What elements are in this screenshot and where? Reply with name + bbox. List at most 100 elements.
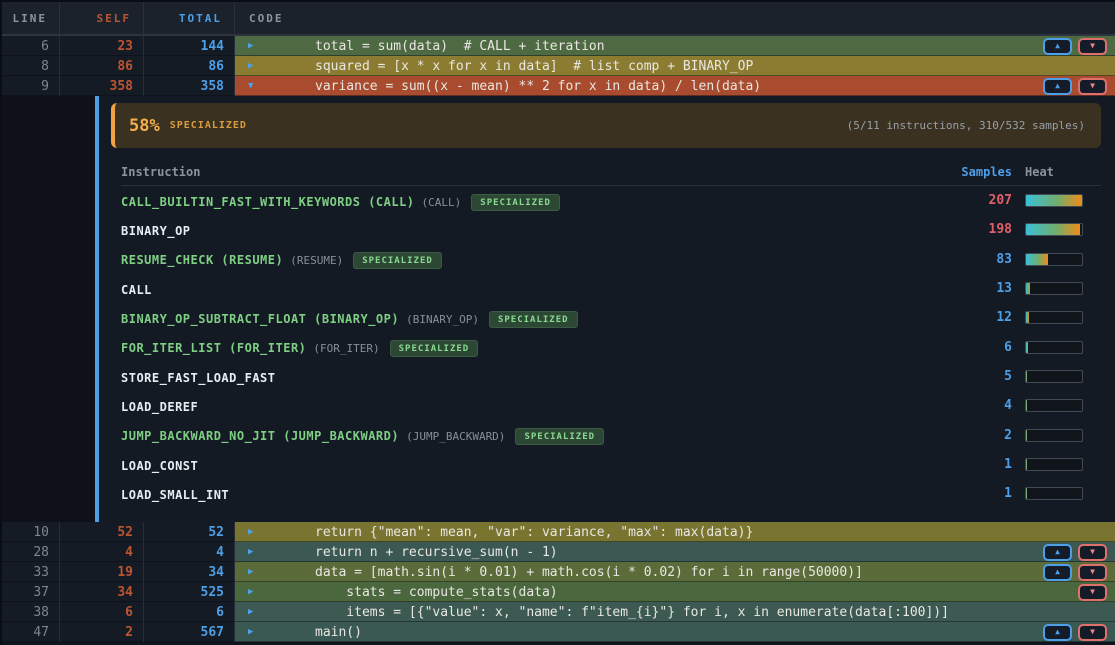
instruction-name-cell: CALL_BUILTIN_FAST_WITH_KEYWORDS (CALL)(C… [121, 191, 917, 211]
jump-down-button[interactable]: ▼ [1078, 624, 1107, 641]
column-header-total: TOTAL [144, 2, 235, 34]
line-number: 37 [2, 582, 60, 602]
jump-up-button[interactable]: ▲ [1043, 38, 1072, 55]
instruction-name-cell: STORE_FAST_LOAD_FAST [121, 367, 917, 386]
code-row-line-47[interactable]: 472567▶main()▲▼ [2, 622, 1115, 642]
jump-down-button[interactable]: ▼ [1078, 584, 1107, 601]
instruction-rows: CALL_BUILTIN_FAST_WITH_KEYWORDS (CALL)(C… [121, 186, 1101, 508]
self-samples: 23 [60, 36, 144, 56]
instruction-row: BINARY_OP198 [121, 215, 1101, 244]
code-cell[interactable]: ▶main()▲▼ [235, 622, 1115, 642]
specialized-badge: SPECIALIZED [489, 311, 578, 328]
code-row-line-28[interactable]: 2844▶return n + recursive_sum(n - 1)▲▼ [2, 542, 1115, 562]
line-number: 33 [2, 562, 60, 582]
jump-up-button[interactable]: ▲ [1043, 544, 1072, 561]
code-line-text: items = [{"value": x, "name": f"item_{i}… [315, 605, 1111, 620]
column-header-samples: Samples [917, 165, 1012, 179]
instruction-name: BINARY_OP_SUBTRACT_FLOAT (BINARY_OP) [121, 312, 399, 326]
specialization-banner: 58% SPECIALIZED (5/11 instructions, 310/… [111, 103, 1101, 148]
jump-down-button[interactable]: ▼ [1078, 564, 1107, 581]
jump-down-button[interactable]: ▼ [1078, 38, 1107, 55]
instruction-table: Instruction Samples Heat CALL_BUILTIN_FA… [121, 158, 1101, 508]
total-samples: 525 [144, 582, 235, 602]
specialized-badge: SPECIALIZED [515, 428, 604, 445]
code-row-line-38[interactable]: 3866▶ items = [{"value": x, "name": f"it… [2, 602, 1115, 622]
instruction-name: LOAD_CONST [121, 459, 198, 473]
code-cell[interactable]: ▶return {"mean": mean, "var": variance, … [235, 522, 1115, 542]
code-row-line-9[interactable]: 9358358▼variance = sum((x - mean) ** 2 f… [2, 76, 1115, 96]
expand-icon[interactable]: ▶ [248, 628, 260, 637]
jump-up-button[interactable]: ▲ [1043, 78, 1072, 95]
code-line-text: return n + recursive_sum(n - 1) [315, 545, 1043, 560]
expand-icon[interactable]: ▶ [248, 62, 260, 71]
heat-bar [1025, 399, 1083, 412]
code-row-line-10[interactable]: 105252▶return {"mean": mean, "var": vari… [2, 522, 1115, 542]
expand-icon[interactable]: ▶ [248, 42, 260, 51]
code-row-line-6[interactable]: 623144▶total = sum(data) # CALL + iterat… [2, 36, 1115, 56]
code-line-text: stats = compute_stats(data) [315, 585, 1078, 600]
total-samples: 6 [144, 602, 235, 622]
instruction-name: JUMP_BACKWARD_NO_JIT (JUMP_BACKWARD) [121, 429, 399, 443]
code-row-line-37[interactable]: 3734525▶ stats = compute_stats(data)▼ [2, 582, 1115, 602]
instruction-row: FOR_ITER_LIST (FOR_ITER)(FOR_ITER)SPECIA… [121, 332, 1101, 361]
column-header-instruction: Instruction [121, 165, 917, 179]
samples-count: 13 [917, 281, 1012, 296]
code-cell[interactable]: ▼ variance = sum((x - mean) ** 2 for x in… [235, 76, 1115, 96]
self-samples: 19 [60, 562, 144, 582]
line-number: 28 [2, 542, 60, 562]
instruction-row: LOAD_CONST1 [121, 450, 1101, 479]
expand-icon[interactable]: ▶ [248, 608, 260, 617]
samples-count: 4 [917, 398, 1012, 413]
instruction-base-opcode: (JUMP_BACKWARD) [406, 430, 505, 443]
jump-up-button[interactable]: ▲ [1043, 624, 1072, 641]
instruction-name: FOR_ITER_LIST (FOR_ITER) [121, 341, 306, 355]
heat-bar-fill [1026, 283, 1030, 294]
code-row-line-8[interactable]: 88686▶squared = [x * x for x in data] # … [2, 56, 1115, 76]
total-samples: 34 [144, 562, 235, 582]
instruction-name-cell: FOR_ITER_LIST (FOR_ITER)(FOR_ITER)SPECIA… [121, 337, 917, 357]
line-number: 38 [2, 602, 60, 622]
instruction-base-opcode: (RESUME) [290, 254, 343, 267]
code-row-line-33[interactable]: 331934 ▶ data = [math.sin(i * 0.01) + math… [2, 562, 1115, 582]
row-nav-buttons: ▲▼ [1043, 624, 1107, 641]
line-number: 9 [2, 76, 60, 96]
expand-icon[interactable]: ▶ [248, 548, 260, 557]
jump-up-button[interactable]: ▲ [1043, 564, 1072, 581]
code-rows-bottom: 105252▶return {"mean": mean, "var": vari… [2, 522, 1115, 642]
heat-bar-fill [1026, 195, 1082, 206]
self-samples: 358 [60, 76, 144, 96]
instruction-name-cell: JUMP_BACKWARD_NO_JIT (JUMP_BACKWARD) (JUM… [121, 425, 917, 445]
code-cell[interactable]: ▶return n + recursive_sum(n - 1)▲▼ [235, 542, 1115, 562]
instruction-row: CALL13 [121, 274, 1101, 303]
self-samples: 6 [60, 602, 144, 622]
jump-down-button[interactable]: ▼ [1078, 78, 1107, 95]
code-cell[interactable]: ▶squared = [x * x for x in data] # list … [235, 56, 1115, 76]
jump-down-button[interactable]: ▼ [1078, 544, 1107, 561]
detail-gutter [2, 96, 95, 522]
code-line-text: variance = sum((x - mean) ** 2 for x in … [315, 79, 1043, 94]
code-line-text: total = sum(data) # CALL + iteration [315, 39, 1043, 54]
code-line-text: main() [315, 625, 1043, 640]
expand-icon[interactable]: ▶ [248, 528, 260, 537]
samples-count: 1 [917, 486, 1012, 501]
row-nav-buttons: ▲▼ [1043, 544, 1107, 561]
heat-bar [1025, 458, 1083, 471]
heat-bar [1025, 194, 1083, 207]
instruction-name: LOAD_SMALL_INT [121, 488, 229, 502]
column-header-line: LINE [2, 2, 60, 34]
line-number: 47 [2, 622, 60, 642]
code-cell[interactable]: ▶ stats = compute_stats(data)▼ [235, 582, 1115, 602]
samples-count: 12 [917, 310, 1012, 325]
total-samples: 52 [144, 522, 235, 542]
code-cell[interactable]: ▶ total = sum(data) # CALL + iteration▲ ▼ [235, 36, 1115, 56]
collapse-icon[interactable]: ▼ [248, 82, 260, 91]
code-cell[interactable]: ▶ data = [math.sin(i * 0.01) + math.cos(i… [235, 562, 1115, 582]
column-header-code: CODE [235, 2, 1115, 34]
total-samples: 86 [144, 56, 235, 76]
expand-icon[interactable]: ▶ [248, 588, 260, 597]
heat-bar-fill [1026, 254, 1048, 265]
code-line-text: data = [math.sin(i * 0.01) + math.cos(i … [315, 565, 1043, 580]
samples-count: 83 [917, 252, 1012, 267]
expand-icon[interactable]: ▶ [248, 568, 260, 577]
code-cell[interactable]: ▶ items = [{"value": x, "name": f"item_{… [235, 602, 1115, 622]
